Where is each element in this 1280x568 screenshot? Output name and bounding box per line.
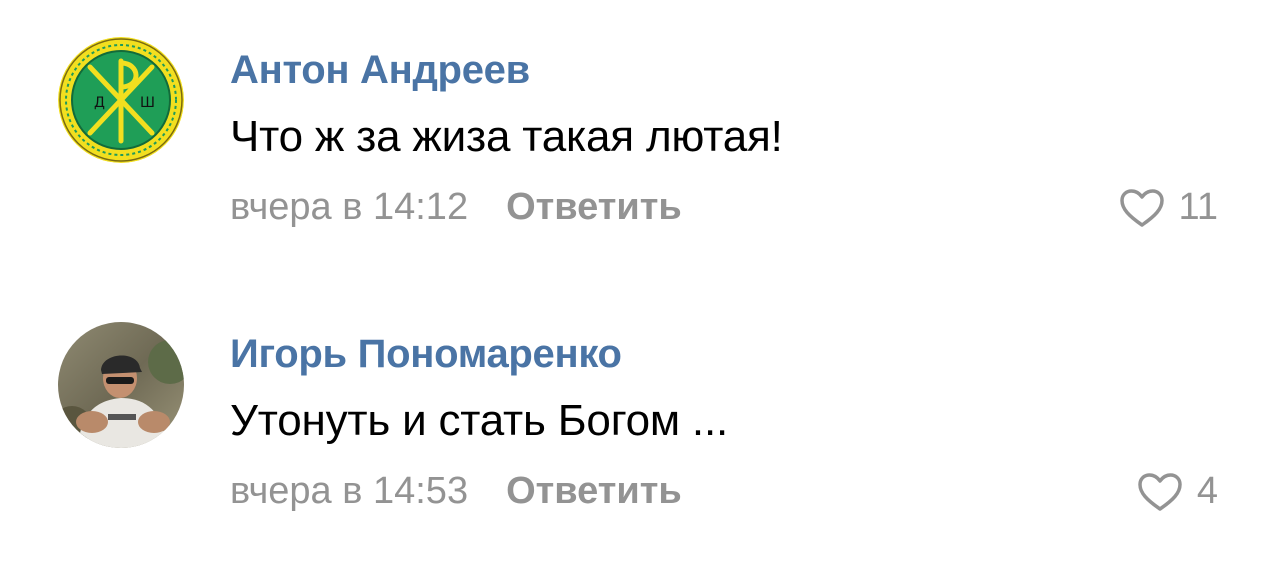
- reply-button[interactable]: Ответить: [506, 186, 682, 228]
- comment-item: Игорь Пономаренко Утонуть и стать Богом …: [0, 284, 1280, 568]
- comment-meta: вчера в 14:53 Ответить: [230, 470, 682, 513]
- heart-icon: [1119, 188, 1164, 227]
- author-name[interactable]: Антон Андреев: [230, 48, 530, 93]
- comment-item: Д Ш Антон Андреев Что ж за жиза такая лю…: [0, 0, 1280, 284]
- comment-date: вчера в 14:12: [230, 186, 469, 228]
- comment-text: Утонуть и стать Богом ...: [230, 396, 728, 445]
- avatar[interactable]: Д Ш: [58, 37, 184, 163]
- like-count: 11: [1178, 186, 1218, 228]
- avatar-letter: Ш: [140, 95, 155, 111]
- heart-icon: [1138, 472, 1182, 511]
- comment-date: вчера в 14:53: [230, 470, 469, 512]
- author-name[interactable]: Игорь Пономаренко: [230, 332, 622, 377]
- avatar[interactable]: [58, 322, 184, 448]
- comment-text: Что ж за жиза такая лютая!: [230, 112, 783, 161]
- like-button[interactable]: 11: [1119, 186, 1218, 229]
- chi-rho-emblem-icon: Д Ш: [58, 37, 184, 163]
- comment-meta: вчера в 14:12 Ответить: [230, 186, 682, 229]
- like-button[interactable]: 4: [1137, 470, 1218, 513]
- user-photo-icon: [58, 322, 184, 448]
- reply-button[interactable]: Ответить: [506, 470, 682, 512]
- like-count: 4: [1196, 470, 1218, 512]
- avatar-letter: Д: [94, 95, 105, 111]
